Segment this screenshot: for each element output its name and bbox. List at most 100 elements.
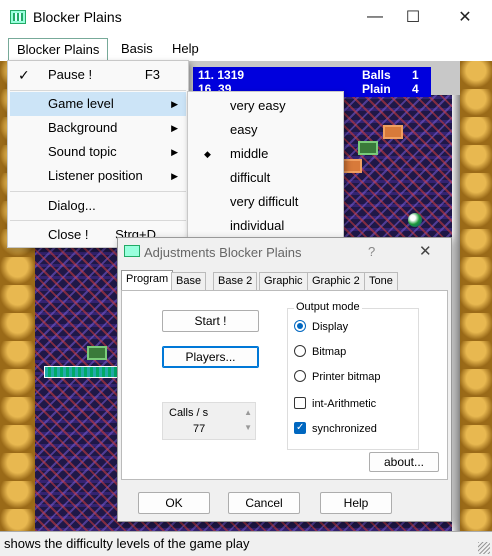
level-difficult[interactable]: difficult	[190, 166, 341, 190]
app-icon	[10, 10, 26, 24]
menu-item-label: very easy	[230, 98, 286, 113]
menu-item-label: Pause !	[48, 67, 93, 82]
menu-blocker-plains[interactable]: Blocker Plains	[8, 38, 109, 61]
maximize-button[interactable]: ☐	[390, 0, 436, 34]
calls-value[interactable]: 77	[193, 423, 205, 435]
menu-basis[interactable]: Basis	[113, 38, 161, 60]
output-mode-group: Output mode Display Bitmap Printer bitma…	[287, 301, 419, 450]
menu-item-label: Listener position	[48, 168, 143, 183]
menu-separator	[10, 191, 186, 192]
right-wall	[460, 61, 492, 531]
about-button[interactable]: about...	[369, 452, 439, 472]
block	[358, 141, 378, 155]
radio-selected-icon	[294, 320, 306, 332]
menu-item-sound-topic[interactable]: Sound topic ▶	[10, 140, 186, 164]
submenu-arrow-icon: ▶	[171, 123, 178, 133]
menu-separator	[10, 220, 186, 221]
radio-label: Bitmap	[312, 346, 347, 358]
checkbox-synchronized[interactable]: synchronized	[294, 421, 377, 438]
tab-base[interactable]: Base	[171, 272, 207, 290]
menu-item-label: easy	[230, 122, 258, 137]
checkbox-icon	[294, 397, 306, 409]
ok-button[interactable]: OK	[138, 492, 210, 514]
selected-bullet-icon: ◆	[204, 149, 211, 159]
menu-item-label: Background	[48, 120, 118, 135]
stepper-down-icon[interactable]: ▼	[244, 423, 252, 432]
submenu-arrow-icon: ▶	[171, 147, 178, 157]
radio-bitmap[interactable]: Bitmap	[294, 345, 346, 361]
tab-program[interactable]: Program	[121, 270, 174, 291]
window-title: Blocker Plains	[33, 9, 122, 25]
menu-help[interactable]: Help	[164, 38, 207, 60]
blocker-plains-menu: ✓ Pause ! F3 Game level ▶ Background ▶ S…	[7, 60, 189, 248]
checkmark-icon: ✓	[18, 67, 30, 83]
menu-item-dialog[interactable]: Dialog...	[10, 194, 186, 218]
paddle[interactable]	[44, 366, 120, 378]
tab-graphic[interactable]: Graphic	[259, 272, 308, 290]
menu-item-label: middle	[230, 146, 269, 161]
level-very-difficult[interactable]: very difficult	[190, 190, 341, 214]
help-icon[interactable]: ?	[368, 244, 375, 259]
dialog-title-text: Adjustments Blocker Plains	[144, 245, 302, 260]
menu-item-label: Game level	[48, 96, 114, 111]
stepper-up-icon[interactable]: ▲	[244, 408, 252, 417]
help-button[interactable]: Help	[320, 492, 392, 514]
tab-base-2[interactable]: Base 2	[213, 272, 258, 290]
menu-item-label: Close !	[48, 227, 89, 242]
radio-icon	[294, 345, 306, 357]
level-very-easy[interactable]: very easy	[190, 94, 341, 118]
menu-item-background[interactable]: Background ▶	[10, 116, 186, 140]
block	[342, 159, 362, 173]
radio-label: Printer bitmap	[312, 371, 381, 383]
start-button[interactable]: Start !	[162, 310, 259, 332]
checkbox-int-arithmetic[interactable]: int-Arithmetic	[294, 397, 376, 413]
menu-item-pause[interactable]: ✓ Pause ! F3	[10, 63, 186, 87]
menu-item-listener-position[interactable]: Listener position ▶	[10, 164, 186, 188]
block	[87, 346, 107, 360]
players-button[interactable]: Players...	[162, 346, 259, 368]
score-value-1: 11. 1319	[198, 68, 245, 82]
radio-label: Display	[312, 321, 349, 333]
menu-separator	[10, 90, 186, 91]
menu-item-accelerator: F3	[144, 67, 160, 82]
menu-item-label: individual	[230, 218, 285, 233]
close-window-button[interactable]: ✕	[442, 0, 488, 34]
calls-per-second-stepper[interactable]: Calls / s 77 ▲ ▼	[162, 402, 256, 440]
ball	[408, 213, 422, 227]
menu-item-label: very difficult	[230, 194, 299, 209]
playfield-frame	[452, 95, 460, 531]
calls-label: Calls / s	[169, 407, 209, 419]
radio-printer-bitmap[interactable]: Printer bitmap	[294, 370, 380, 386]
submenu-arrow-icon: ▶	[171, 99, 178, 109]
level-easy[interactable]: easy	[190, 118, 341, 142]
title-bar: Blocker Plains — ☐ ✕	[0, 0, 492, 36]
tab-graphic-2[interactable]: Graphic 2	[307, 272, 365, 290]
menu-bar: Blocker Plains Basis Help	[0, 38, 492, 61]
status-text: shows the difficulty levels of the game …	[4, 536, 250, 551]
plain-label: Plain	[362, 82, 391, 96]
adjustments-dialog: Adjustments Blocker Plains ? ✕ Program B…	[117, 237, 452, 522]
plain-count: 4	[412, 82, 419, 96]
cancel-button[interactable]: Cancel	[228, 492, 300, 514]
balls-count: 1	[412, 68, 419, 82]
checkbox-label: int-Arithmetic	[312, 398, 377, 410]
game-level-submenu: very easy easy ◆ middle difficult very d…	[187, 91, 344, 239]
resize-grip-icon[interactable]	[478, 542, 490, 554]
level-middle[interactable]: ◆ middle	[190, 142, 341, 166]
dialog-title: Adjustments Blocker Plains	[124, 245, 302, 260]
block	[383, 125, 403, 139]
menu-item-label: Dialog...	[48, 198, 96, 213]
radio-icon	[294, 370, 306, 382]
menu-item-label: difficult	[230, 170, 271, 185]
menu-item-label: Sound topic	[48, 144, 117, 159]
close-dialog-button[interactable]: ✕	[419, 242, 432, 260]
balls-label: Balls	[362, 68, 391, 82]
radio-display[interactable]: Display	[294, 320, 348, 336]
app-icon	[124, 245, 140, 257]
tab-tone[interactable]: Tone	[364, 272, 398, 290]
status-bar: shows the difficulty levels of the game …	[0, 531, 492, 556]
submenu-arrow-icon: ▶	[171, 171, 178, 181]
menu-item-game-level[interactable]: Game level ▶	[10, 92, 186, 116]
checkbox-label: synchronized	[312, 423, 377, 435]
level-individual[interactable]: individual	[190, 214, 341, 238]
